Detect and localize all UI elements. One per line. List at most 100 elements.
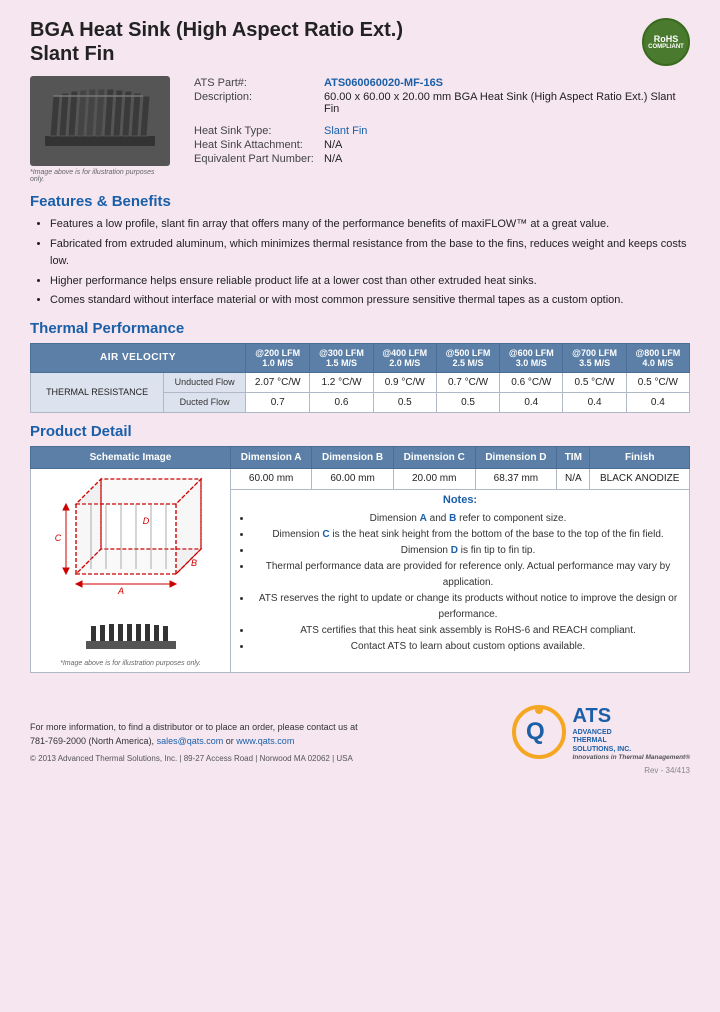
copyright-text: © 2013 Advanced Thermal Solutions, Inc. … [30,754,358,763]
footer-content: For more information, to find a distribu… [30,703,690,763]
list-item: Fabricated from extruded aluminum, which… [50,236,690,271]
tim-value: N/A [557,468,590,489]
type-label: Heat Sink Type: [190,124,320,138]
ducted-label: Ducted Flow [164,392,246,412]
dim-d-value: 68.37 mm [475,468,557,489]
note-item: Dimension C is the heat sink height from… [252,527,684,543]
col-finish: Finish [590,446,690,468]
product-info: *Image above is for illustration purpose… [30,76,690,183]
col-600: @600 LFM 3.0 M/S [500,343,563,372]
title-block: BGA Heat Sink (High Aspect Ratio Ext.) S… [30,18,403,66]
unducted-label: Unducted Flow [164,372,246,392]
desc-label: Description: [190,90,320,116]
product-image-block: *Image above is for illustration purpose… [30,76,170,183]
unducted-val-0: 2.07 °C/W [246,372,310,392]
image-caption: *Image above is for illustration purpose… [30,169,170,183]
rohs-badge: RoHS COMPLIANT [642,18,690,66]
ducted-val-2: 0.5 [373,392,436,412]
ducted-val-3: 0.5 [436,392,499,412]
thermal-title: Thermal Performance [30,320,690,337]
dim-c-value: 20.00 mm [393,468,475,489]
note-item: Contact ATS to learn about custom option… [252,639,684,655]
svg-text:C: C [54,533,61,543]
air-velocity-header: AIR VELOCITY [31,343,246,372]
email-link[interactable]: sales@qats.com [157,736,224,746]
unducted-val-1: 1.2 °C/W [310,372,373,392]
note-item: Dimension D is fin tip to fin tip. [252,543,684,559]
unducted-val-5: 0.5 °C/W [563,372,626,392]
part-label: ATS Part#: [190,76,320,90]
footer-contact: For more information, to find a distribu… [30,720,358,749]
ats-logo-text: ATS ADVANCED THERMAL SOLUTIONS, INC. Inn… [573,703,690,763]
ducted-val-5: 0.4 [563,392,626,412]
col-300: @300 LFM 1.5 M/S [310,343,373,372]
col-schematic: Schematic Image [31,446,231,468]
col-800: @800 LFM 4.0 M/S [626,343,689,372]
page-title: BGA Heat Sink (High Aspect Ratio Ext.) S… [30,18,403,66]
svg-text:D: D [142,516,149,526]
col-dim-d: Dimension D [475,446,557,468]
ats-logo: Q ATS ADVANCED THERMAL SOLUTIONS, INC. I… [512,703,690,763]
svg-text:B: B [190,558,196,568]
note-item: ATS reserves the right to update or chan… [252,591,684,623]
schematic-svg: A B C D [46,474,216,614]
thermal-resistance-label: THERMAL RESISTANCE [31,372,164,412]
footer-left: For more information, to find a distribu… [30,720,358,763]
features-title: Features & Benefits [30,193,690,210]
notes-list: Dimension A and B refer to component siz… [252,511,684,655]
list-item: Features a low profile, slant fin array … [50,216,690,234]
list-item: Higher performance helps ensure reliable… [50,273,690,291]
col-500: @500 LFM 2.5 M/S [436,343,499,372]
svg-text:Q: Q [526,718,545,745]
col-dim-c: Dimension C [393,446,475,468]
type-link[interactable]: Slant Fin [324,125,367,137]
svg-text:A: A [116,586,123,596]
col-dim-b: Dimension B [312,446,394,468]
page-number: Rev - 34/413 [30,766,690,775]
attachment-value: N/A [320,138,690,152]
dim-a-value: 60.00 mm [231,468,312,489]
part-number-link[interactable]: ATS060060020-MF-16S [324,77,443,89]
unducted-val-2: 0.9 °C/W [373,372,436,392]
type-value: Slant Fin [320,124,690,138]
ducted-val-1: 0.6 [310,392,373,412]
col-200: @200 LFM 1.0 M/S [246,343,310,372]
col-dim-a: Dimension A [231,446,312,468]
ducted-val-4: 0.4 [500,392,563,412]
equiv-label: Equivalent Part Number: [190,152,320,166]
ducted-val-6: 0.4 [626,392,689,412]
page: BGA Heat Sink (High Aspect Ratio Ext.) S… [0,0,720,785]
thermal-table: AIR VELOCITY @200 LFM 1.0 M/S @300 LFM 1… [30,343,690,413]
side-view-svg [81,621,181,656]
ats-logo-svg: Q [512,705,567,760]
details-table: ATS Part#: ATS060060020-MF-16S Descripti… [190,76,690,166]
product-details: ATS Part#: ATS060060020-MF-16S Descripti… [190,76,690,183]
unducted-val-4: 0.6 °C/W [500,372,563,392]
dim-b-value: 60.00 mm [312,468,394,489]
col-700: @700 LFM 3.5 M/S [563,343,626,372]
note-item: ATS certifies that this heat sink assemb… [252,623,684,639]
notes-title: Notes: [236,494,684,506]
footer: For more information, to find a distribu… [30,693,690,775]
product-detail-title: Product Detail [30,423,690,440]
equiv-value: N/A [320,152,690,166]
unducted-val-6: 0.5 °C/W [626,372,689,392]
unducted-val-3: 0.7 °C/W [436,372,499,392]
notes-cell: Notes: Dimension A and B refer to compon… [231,490,690,673]
description-value: 60.00 x 60.00 x 20.00 mm BGA Heat Sink (… [320,90,690,116]
list-item: Comes standard without interface materia… [50,292,690,310]
ducted-val-0: 0.7 [246,392,310,412]
finish-value: BLACK ANODIZE [590,468,690,489]
header: BGA Heat Sink (High Aspect Ratio Ext.) S… [30,18,690,66]
col-tim: TIM [557,446,590,468]
col-400: @400 LFM 2.0 M/S [373,343,436,372]
features-list: Features a low profile, slant fin array … [50,216,690,310]
note-item: Dimension A and B refer to component siz… [252,511,684,527]
schematic-cell: A B C D [31,468,231,672]
product-image [30,76,170,166]
note-item: Thermal performance data are provided fo… [252,559,684,591]
attachment-label: Heat Sink Attachment: [190,138,320,152]
part-number-cell: ATS060060020-MF-16S [320,76,690,90]
detail-table: Schematic Image Dimension A Dimension B … [30,446,690,673]
website-link[interactable]: www.qats.com [236,736,294,746]
